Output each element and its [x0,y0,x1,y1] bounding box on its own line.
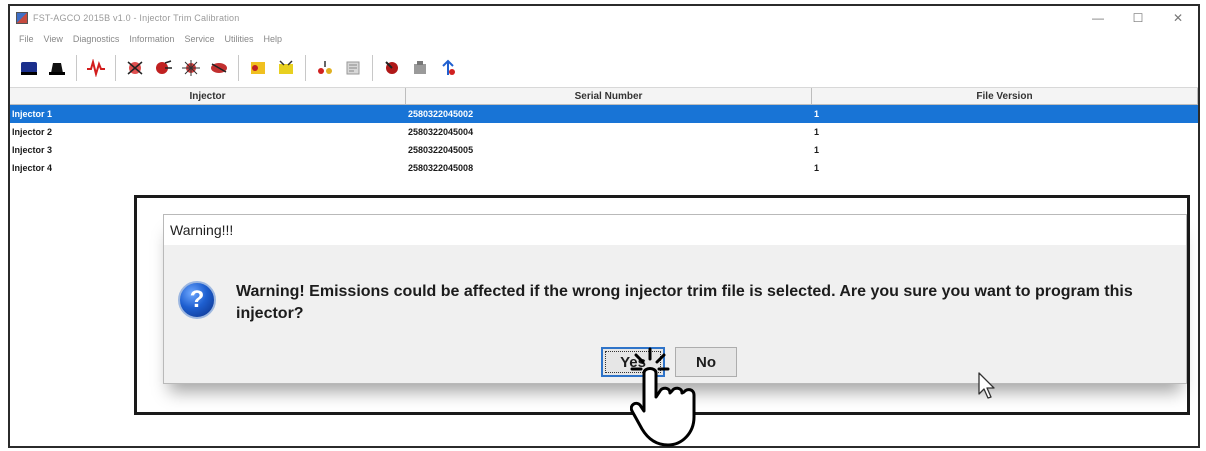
engine-icon[interactable] [407,55,433,81]
cell-file-version: 1 [814,145,820,155]
waveform-icon[interactable] [83,55,109,81]
parameter-icon[interactable] [245,55,271,81]
menu-service[interactable]: Service [184,34,214,44]
cell-serial-number: 2580322045002 [408,109,474,119]
window-controls: — ☐ ✕ [1078,6,1198,30]
report-icon[interactable] [340,55,366,81]
menu-diagnostics[interactable]: Diagnostics [73,34,120,44]
table-row[interactable]: Injector 3 2580322045005 1 [10,141,1198,159]
cell-injector: Injector 3 [12,145,53,155]
sensor-test-icon[interactable] [122,55,148,81]
toolbar-separator [76,54,77,81]
snapshot-icon[interactable] [312,55,338,81]
column-header-injector[interactable]: Injector [10,88,406,104]
relative-compression-icon[interactable] [206,55,232,81]
window-title: FST-AGCO 2015B v1.0 - Injector Trim Cali… [33,13,240,23]
maximize-button[interactable]: ☐ [1118,6,1158,30]
dialog-message: Warning! Emissions could be affected if … [236,283,1133,322]
injector-test-icon[interactable] [150,55,176,81]
connect-icon[interactable] [16,55,42,81]
upload-icon[interactable] [435,55,461,81]
cell-file-version: 1 [814,163,820,173]
menu-help[interactable]: Help [263,34,282,44]
cylinder-cutout-icon[interactable] [178,55,204,81]
cell-injector: Injector 1 [12,109,53,119]
toolbar-separator [372,54,373,81]
column-header-file-version[interactable]: File Version [812,88,1198,104]
toolbar-separator [115,54,116,81]
toolbar-separator [305,54,306,81]
disconnect-icon[interactable] [44,55,70,81]
menu-utilities[interactable]: Utilities [224,34,253,44]
menu-bar: File View Diagnostics Information Servic… [10,30,1198,48]
menu-information[interactable]: Information [129,34,174,44]
menu-view[interactable]: View [44,34,63,44]
arrow-pointer-icon [978,372,995,399]
column-header-serial-number[interactable]: Serial Number [406,88,812,104]
close-button[interactable]: ✕ [1158,6,1198,30]
table-row[interactable]: Injector 4 2580322045008 1 [10,159,1198,177]
menu-file[interactable]: File [19,34,34,44]
cell-serial-number: 2580322045004 [408,127,474,137]
cell-serial-number: 2580322045008 [408,163,474,173]
trim-download-icon[interactable] [379,55,405,81]
table-row[interactable]: Injector 2 2580322045004 1 [10,123,1198,141]
dialog-title: Warning!!! [164,215,1186,245]
minimize-button[interactable]: — [1078,6,1118,30]
toolbar [10,48,1198,88]
toolbar-separator [238,54,239,81]
cell-file-version: 1 [814,109,820,119]
question-icon: ? [178,281,216,319]
hand-pointer-icon [630,347,696,447]
cell-injector: Injector 2 [12,127,53,137]
cell-serial-number: 2580322045005 [408,145,474,155]
table-row[interactable]: Injector 1 2580322045002 1 [10,105,1198,123]
cell-injector: Injector 4 [12,163,53,173]
table-header: Injector Serial Number File Version [10,88,1198,105]
app-icon [16,12,28,24]
injector-table: Injector Serial Number File Version Inje… [10,88,1198,177]
cell-file-version: 1 [814,127,820,137]
title-bar: FST-AGCO 2015B v1.0 - Injector Trim Cali… [10,6,1198,30]
calibration-icon[interactable] [273,55,299,81]
